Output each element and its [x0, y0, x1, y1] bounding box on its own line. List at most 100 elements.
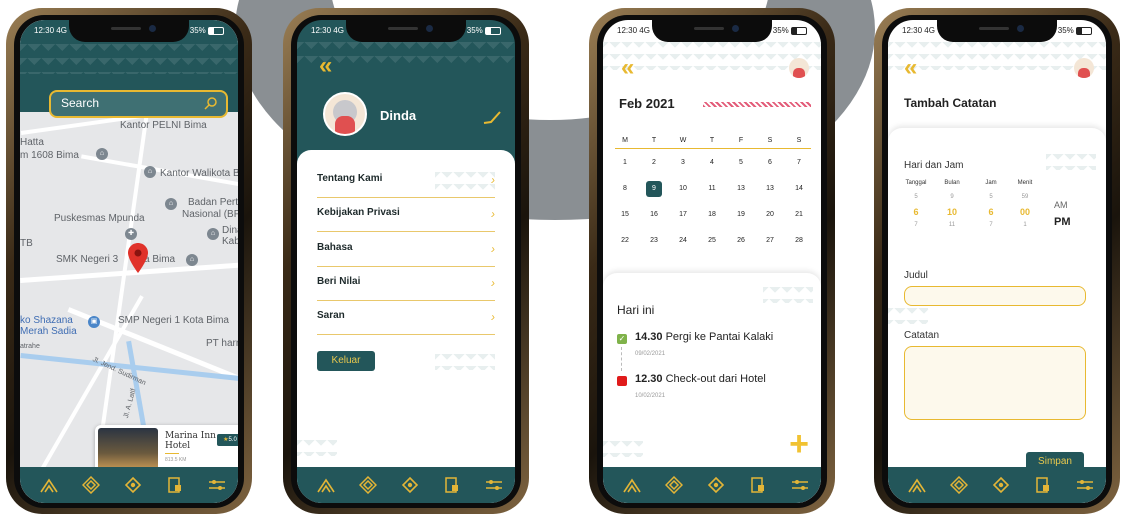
menu-item-bahasa[interactable]: Bahasa ›	[317, 232, 495, 267]
edit-icon[interactable]	[483, 110, 501, 124]
mountain-icon[interactable]	[908, 476, 926, 494]
calendar-day[interactable]: 16	[644, 207, 664, 223]
phone-profile: 12:30 4G 35% « Dinda Tentang Kami › Kebij…	[283, 8, 529, 514]
sliders-icon[interactable]	[791, 476, 809, 494]
document-icon[interactable]	[749, 476, 767, 494]
location-pin-icon[interactable]	[128, 243, 148, 273]
datetime-picker[interactable]: Tanggal Bulan Jam Menit 5 9 5 59 6 10 6 …	[898, 180, 1098, 250]
calendar-day-selected[interactable]: 9	[646, 181, 662, 197]
diamond-pattern-icon[interactable]	[665, 476, 683, 494]
calendar-day[interactable]: 14	[789, 181, 809, 197]
calendar-day[interactable]: 15	[615, 207, 635, 223]
menu-item-beri-nilai[interactable]: Beri Nilai ›	[317, 266, 495, 301]
calendar-day[interactable]: 28	[789, 233, 809, 249]
calendar-day[interactable]: 2	[644, 155, 664, 171]
status-bar: 12:30 4G 35%	[297, 26, 515, 40]
datetime-label: Hari dan Jam	[904, 160, 964, 171]
sliders-icon[interactable]	[208, 476, 226, 494]
page-title: Tambah Catatan	[904, 96, 997, 110]
phone-add-note: 12:30 4G 35% « Tambah Catatan Hari dan J…	[874, 8, 1120, 514]
mountain-icon[interactable]	[623, 476, 641, 494]
calendar-day[interactable]: 24	[673, 233, 693, 249]
calendar-day[interactable]: 13	[760, 181, 780, 197]
back-icon[interactable]: «	[319, 54, 332, 78]
calendar-day[interactable]: 26	[731, 233, 751, 249]
menu-item-kebijakan-privasi[interactable]: Kebijakan Privasi ›	[317, 197, 495, 232]
bottom-nav	[603, 467, 821, 503]
calendar-day[interactable]: 25	[702, 233, 722, 249]
hotel-card[interactable]: Marina Inn Hotel 813.5 KM ★5.0	[95, 425, 238, 473]
document-icon[interactable]	[166, 476, 184, 494]
weekday-header: M	[622, 137, 628, 144]
calendar-day[interactable]: 17	[673, 207, 693, 223]
mountain-icon[interactable]	[40, 476, 58, 494]
month-decoration	[703, 102, 811, 107]
catatan-label: Catatan	[904, 330, 940, 341]
today-title: Hari ini	[617, 303, 655, 317]
bottom-nav	[297, 467, 515, 503]
calendar-day[interactable]: 20	[760, 207, 780, 223]
bottom-nav	[888, 467, 1106, 503]
chevron-right-icon: ›	[491, 207, 495, 221]
status-bar: 12:30 4G 35%	[888, 26, 1106, 40]
hotel-photo	[98, 428, 158, 470]
calendar-day[interactable]: 13	[731, 181, 751, 197]
search-input[interactable]: Search	[49, 90, 228, 118]
calendar-day[interactable]: 18	[702, 207, 722, 223]
weekday-header: S	[767, 137, 773, 144]
weekday-header: F	[738, 137, 744, 144]
calendar-day[interactable]: 5	[731, 155, 751, 171]
diamond-pattern-icon[interactable]	[950, 476, 968, 494]
month-title: Feb 2021	[619, 96, 675, 111]
am-option[interactable]: AM	[1054, 200, 1068, 210]
weekday-header: S	[796, 137, 802, 144]
map-pin-diamond-icon[interactable]	[707, 476, 725, 494]
calendar-day[interactable]: 10	[673, 181, 693, 197]
event-item[interactable]: ✓ 14.30 Pergi ke Pantai Kalaki 09/02/202…	[617, 331, 817, 371]
mountain-icon[interactable]	[317, 476, 335, 494]
diamond-pattern-icon[interactable]	[82, 476, 100, 494]
calendar-day[interactable]: 21	[789, 207, 809, 223]
chevron-right-icon: ›	[491, 276, 495, 290]
calendar-day[interactable]: 22	[615, 233, 635, 249]
add-event-button[interactable]: +	[789, 427, 809, 461]
sliders-icon[interactable]	[485, 476, 503, 494]
diamond-pattern-icon[interactable]	[359, 476, 377, 494]
status-bar: 12:30 4G 35%	[603, 26, 821, 40]
map-pin-diamond-icon[interactable]	[992, 476, 1010, 494]
calendar-day[interactable]: 3	[673, 155, 693, 171]
hotel-name-line2: Hotel	[165, 441, 191, 451]
sliders-icon[interactable]	[1076, 476, 1094, 494]
calendar-day[interactable]: 4	[702, 155, 722, 171]
map-pin-diamond-icon[interactable]	[401, 476, 419, 494]
chevron-right-icon: ›	[491, 173, 495, 187]
event-item[interactable]: 12.30 Check-out dari Hotel 10/02/2021	[617, 373, 817, 407]
event-check-icon[interactable]: ✓	[617, 334, 627, 344]
back-icon[interactable]: «	[621, 56, 634, 80]
logout-button[interactable]: Keluar	[317, 351, 375, 371]
calendar-day[interactable]: 19	[731, 207, 751, 223]
judul-input[interactable]	[904, 286, 1086, 306]
calendar-day[interactable]: 1	[615, 155, 635, 171]
weekday-header: T	[709, 137, 715, 144]
document-icon[interactable]	[443, 476, 461, 494]
status-bar: 12:30 4G 35%	[20, 26, 238, 40]
menu-item-tentang-kami[interactable]: Tentang Kami ›	[317, 163, 495, 198]
catatan-input[interactable]	[904, 346, 1086, 420]
event-status-icon[interactable]	[617, 376, 627, 386]
calendar-day[interactable]: 6	[760, 155, 780, 171]
calendar-day[interactable]: 11	[702, 181, 722, 197]
map-pin-diamond-icon[interactable]	[124, 476, 142, 494]
document-icon[interactable]	[1034, 476, 1052, 494]
chevron-right-icon: ›	[491, 310, 495, 324]
calendar-day[interactable]: 27	[760, 233, 780, 249]
pm-option[interactable]: PM	[1054, 216, 1071, 228]
menu-item-saran[interactable]: Saran ›	[317, 300, 495, 335]
calendar-day[interactable]: 7	[789, 155, 809, 171]
phone-calendar: 12:30 4G 35% « Feb 2021 MTWTFSS123456789…	[589, 8, 835, 514]
calendar-day[interactable]: 23	[644, 233, 664, 249]
search-icon[interactable]	[204, 96, 218, 110]
weekday-header: W	[679, 137, 687, 144]
back-icon[interactable]: «	[904, 56, 917, 80]
calendar-day[interactable]: 8	[615, 181, 635, 197]
